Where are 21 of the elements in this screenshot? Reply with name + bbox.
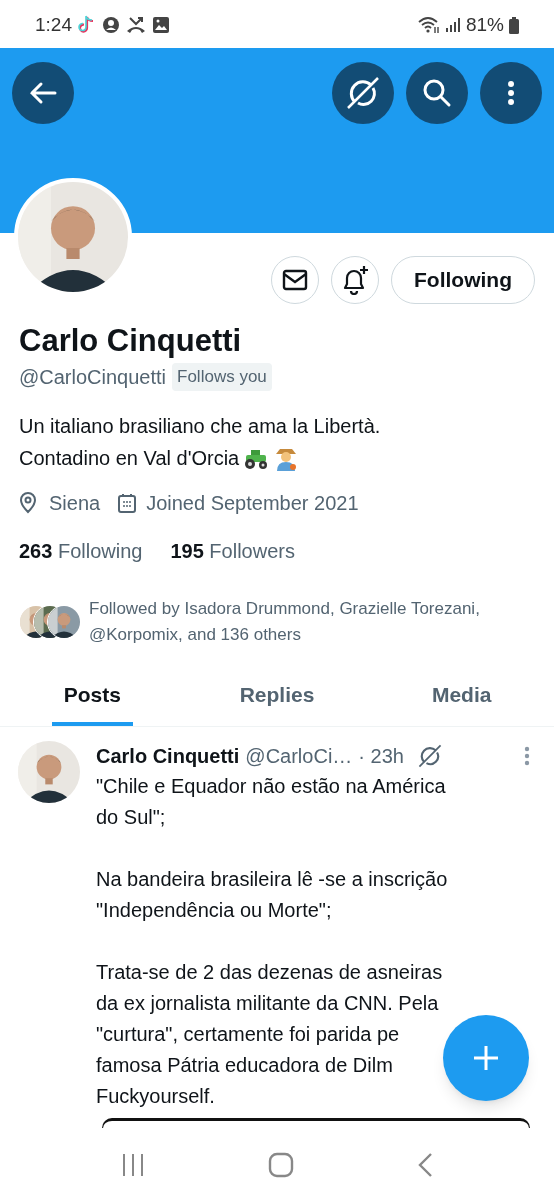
bio-text: Un italiano brasiliano che ama la Libertà. (19, 414, 382, 439)
bio-text: Contadino en Val d'Orcia (19, 446, 240, 471)
battery-percent: 81% (465, 12, 504, 37)
profile-tab[interactable]: Posts (51, 668, 133, 726)
post-handle: @CarloCi… (245, 744, 353, 769)
post-text: Na bandeira brasileira lê -se a inscrição "Independência ou Morte"; (96, 867, 448, 923)
post-text: "Chile e Equador não estão na América do Sul"; (96, 774, 446, 830)
stat-link[interactable]: 263 Following (19, 536, 143, 566)
profile-handle: @CarloCinquetti (19, 365, 167, 390)
clock-time: 1:24 (35, 12, 72, 37)
followed-by-text: Followed by Isadora Drummond, Grazielle Torezani, @Korpomix, and 136 others (89, 598, 481, 646)
post-author-name: Carlo Cinquetti (96, 744, 240, 769)
profile-tab[interactable]: Media (419, 668, 504, 726)
post-text: Trata-se de 2 das dezenas de asneiras da ex jornalista militante da CNN. Pela "curtura", certamente foi parida pe famosa Pátria educadora de Dilm Fuckyourself. (96, 960, 443, 1109)
follows-you-badge: Follows you (172, 363, 272, 391)
joined-date: Joined September 2021 (146, 491, 359, 516)
profile-tab[interactable]: Replies (227, 668, 327, 726)
location-text: Siena (49, 491, 101, 516)
stat-link[interactable]: 195 Followers (170, 536, 295, 566)
post-time: · 23h (358, 744, 404, 769)
profile-name: Carlo Cinquetti (19, 322, 243, 360)
